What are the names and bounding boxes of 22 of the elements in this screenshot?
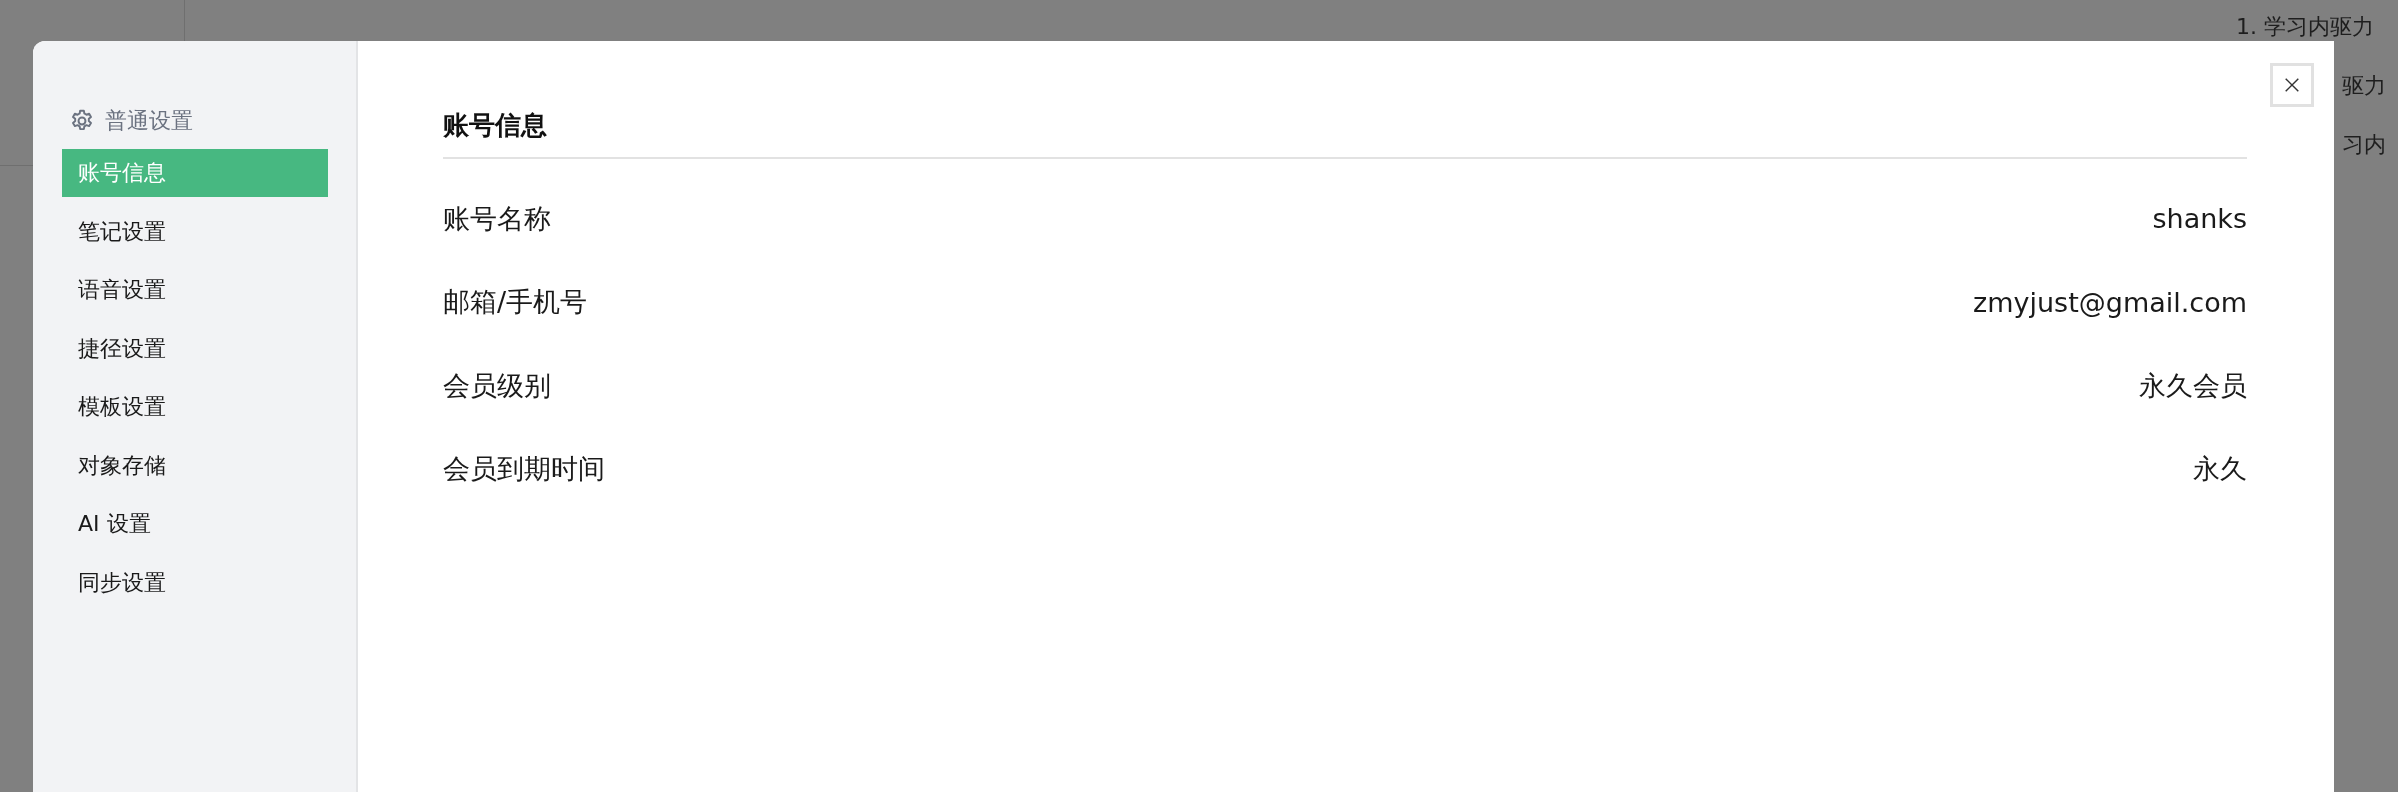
sidebar-item[interactable]: 同步设置 <box>62 558 328 607</box>
sidebar-item[interactable]: 模板设置 <box>62 383 328 431</box>
field-value: zmyjust@gmail.com <box>1973 286 2247 318</box>
close-icon <box>2283 76 2301 94</box>
field-label: 账号名称 <box>443 201 551 236</box>
field-label: 会员级别 <box>443 368 551 403</box>
field-value: shanks <box>2152 203 2247 235</box>
field-label: 邮箱/手机号 <box>443 285 588 320</box>
field-label: 会员到期时间 <box>443 452 605 487</box>
close-button[interactable] <box>2270 63 2314 107</box>
group-heading: 普通设置 <box>105 107 193 135</box>
field-value: 永久会员 <box>2139 368 2247 403</box>
sidebar-item[interactable]: 笔记设置 <box>62 207 328 256</box>
sidebar-item[interactable]: 语音设置 <box>62 266 328 314</box>
sidebar-item[interactable]: 捷径设置 <box>62 324 328 373</box>
sidebar-item[interactable]: AI 设置 <box>62 500 328 548</box>
background-text: 习内 <box>2342 131 2386 159</box>
field-value: 永久 <box>2193 452 2247 487</box>
background-text: 驱力 <box>2342 72 2386 100</box>
background-text: 1. 学习内驱力 <box>2236 13 2374 41</box>
section-title: 账号信息 <box>443 108 2247 159</box>
sidebar-item[interactable]: 对象存储 <box>62 441 328 490</box>
